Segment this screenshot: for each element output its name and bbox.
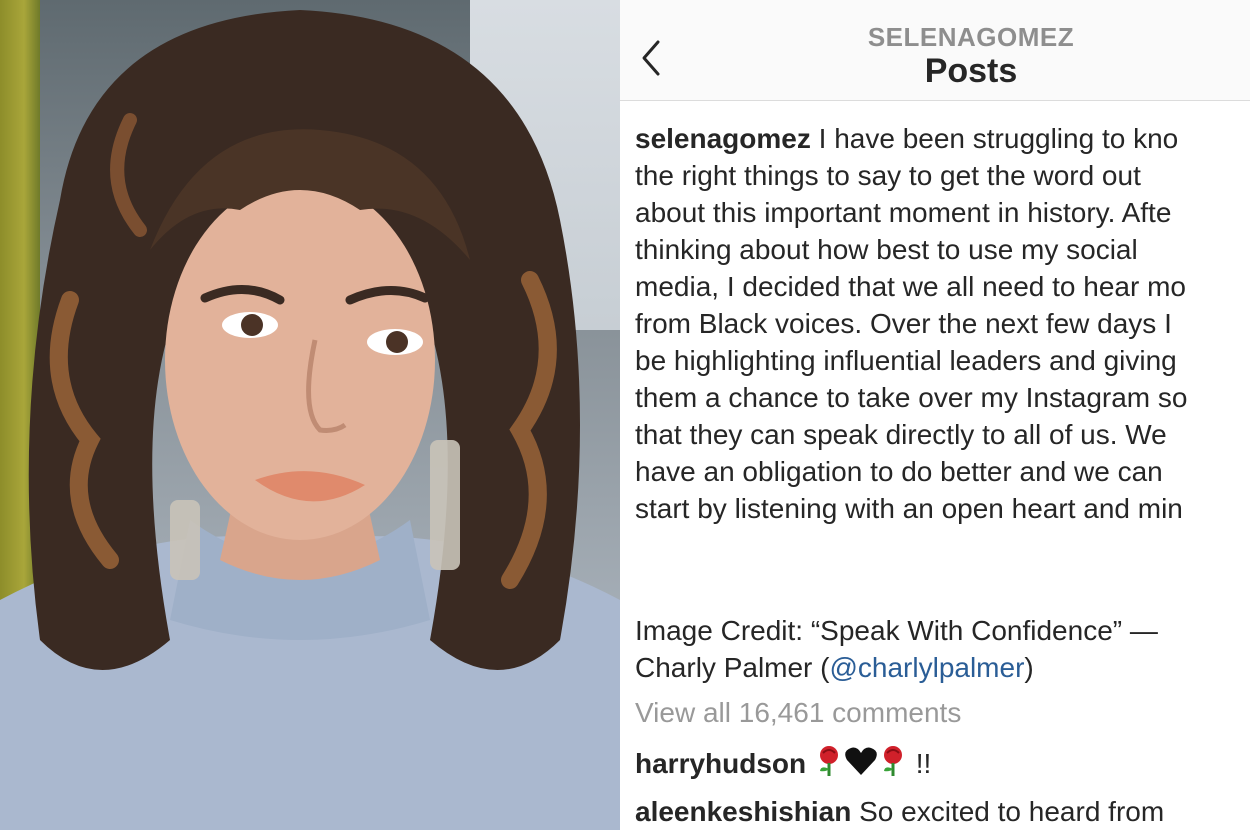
caption-username[interactable]: selenagomez <box>635 123 811 154</box>
credit-name: Charly Palmer ( <box>635 652 830 683</box>
header-username[interactable]: SELENAGOMEZ <box>620 22 1250 53</box>
comment-text: !! <box>915 748 932 779</box>
caption-line: them a chance to take over my Instagram … <box>635 382 1188 413</box>
credit-line: Image Credit: “Speak With Confidence” — <box>635 615 1158 646</box>
comment-username[interactable]: harryhudson <box>635 748 806 779</box>
black-heart-icon <box>844 745 878 784</box>
caption-line: the right things to say to get the word … <box>635 160 1141 191</box>
caption-line: about this important moment in history. … <box>635 197 1172 228</box>
caption-line: start by listening with an open heart an… <box>635 493 1183 524</box>
credit-suffix: ) <box>1024 652 1034 683</box>
image-credit: Image Credit: “Speak With Confidence” — … <box>635 612 1250 686</box>
caption-line: be highlighting influential leaders and … <box>635 345 1177 376</box>
page-title: Posts <box>924 52 1018 90</box>
instagram-post-panel: SELENAGOMEZ Posts selenagomez I have bee… <box>620 0 1250 830</box>
caption-line: thinking about how best to use my social <box>635 234 1138 265</box>
comment-username[interactable]: aleenkeshishian <box>635 796 851 827</box>
rose-icon <box>878 745 908 784</box>
credit-mention-link[interactable]: @charlylpalmer <box>829 652 1024 683</box>
view-all-comments-link[interactable]: View all 16,461 comments <box>635 697 961 729</box>
post-caption: selenagomez I have been struggling to kn… <box>635 120 1250 527</box>
caption-line: from Black voices. Over the next few day… <box>635 308 1172 339</box>
post-photo <box>0 0 620 830</box>
rose-icon <box>814 745 844 784</box>
caption-line: I have been struggling to kno <box>810 123 1179 154</box>
app-header: SELENAGOMEZ Posts <box>620 0 1250 101</box>
caption-line: have an obligation to do better and we c… <box>635 456 1163 487</box>
portrait-illustration <box>0 10 620 830</box>
comment-row: harryhudson !! <box>635 745 931 784</box>
comment-row: aleenkeshishian So excited to heard from <box>635 796 1164 828</box>
caption-line: media, I decided that we all need to hea… <box>635 271 1187 302</box>
comment-text: So excited to heard from <box>851 796 1165 827</box>
caption-line: that they can speak directly to all of u… <box>635 419 1167 450</box>
